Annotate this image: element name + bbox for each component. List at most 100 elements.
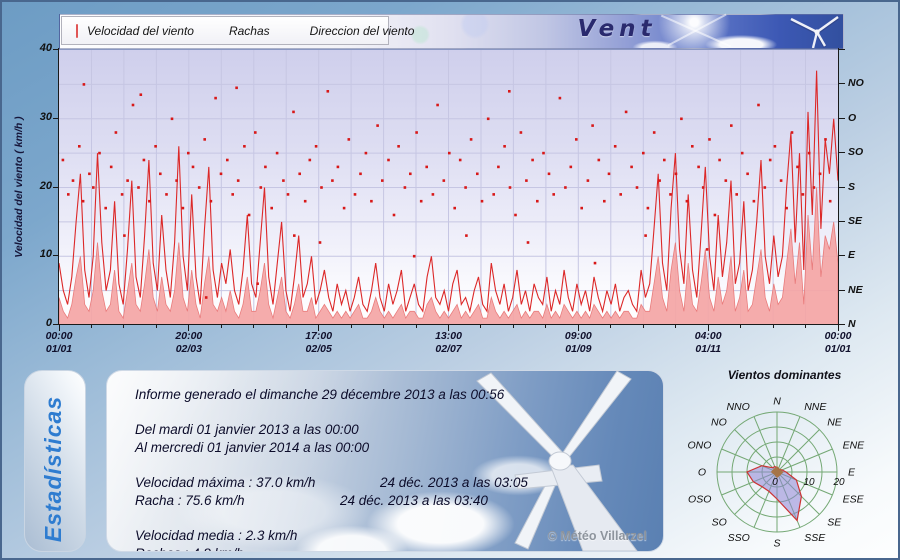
y-axis-tick-label: 40: [24, 42, 52, 54]
right-axis-tick: [839, 290, 845, 291]
x-axis-time: 00:00: [27, 330, 91, 343]
x-axis-minor-tick: [675, 325, 676, 328]
right-axis-tick: [839, 49, 845, 50]
x-axis-label: 04:0001/11: [676, 330, 740, 356]
right-axis-tick: [839, 152, 845, 153]
x-axis-date: 02/07: [417, 343, 481, 356]
rose-direction-label: SSO: [728, 532, 750, 544]
x-axis-label: 17:0002/05: [287, 330, 351, 356]
y-axis-tick-label: 10: [24, 248, 52, 260]
rose-direction-label: ESE: [843, 494, 865, 506]
right-axis-tick: [839, 83, 845, 84]
header-banner: Velocidad del viento Rachas Direccion de…: [59, 14, 844, 49]
stats-tab: Estadísticas: [24, 370, 86, 552]
copyright-watermark: © Météo Villarzel: [548, 529, 647, 543]
x-axis-label: 20:0002/03: [157, 330, 221, 356]
y-axis-tick-label: 20: [24, 180, 52, 192]
period-to-line: Al mercredi 01 janvier 2014 a las 00:00: [135, 440, 663, 458]
direction-axis-label: NE: [848, 284, 863, 296]
max-gust-date: 24 déc. 2013 a las 03:40: [340, 493, 488, 511]
y-axis-tick: [53, 187, 59, 188]
right-axis-tick: [839, 187, 845, 188]
y-axis-tick-label: 0: [24, 317, 52, 329]
x-axis-minor-tick: [610, 325, 611, 328]
period-from-line: Del mardi 01 janvier 2013 a las 00:00: [135, 422, 663, 440]
y-axis-tick-label: 30: [24, 111, 52, 123]
rose-direction-label: S: [773, 538, 780, 550]
x-axis-time: 04:00: [676, 330, 740, 343]
legend-area-swatch-icon: [76, 24, 78, 38]
rose-radial-tick-label: 10: [803, 477, 815, 488]
direction-axis-label: SO: [848, 146, 863, 158]
rose-direction-label: N: [773, 396, 781, 408]
rose-direction-label: O: [698, 467, 706, 479]
x-axis-minor-tick: [91, 325, 92, 328]
right-axis-tick: [839, 324, 845, 325]
wind-report-page: Velocidad del viento Rachas Direccion de…: [0, 0, 900, 560]
x-axis-minor-tick: [740, 325, 741, 328]
rose-radial-tick-label: 20: [832, 477, 845, 488]
wind-rose-chart: NNNENEENEEESESESSESSSOSOOSOOONONONNO0102…: [677, 384, 892, 556]
x-axis-time: 09:00: [546, 330, 610, 343]
x-axis-minor-tick: [383, 325, 384, 328]
stats-panel: Informe generado el dimanche 29 décembre…: [106, 370, 664, 552]
right-axis-tick: [839, 118, 845, 119]
rose-direction-label: NO: [711, 416, 727, 428]
direccion-scatter-series: [706, 248, 709, 251]
max-speed-value: Velocidad máxima : 37.0 km/h: [135, 475, 380, 493]
legend-label-velocidad: Velocidad del viento: [87, 24, 194, 38]
max-speed-date: 24 déc. 2013 a las 03:05: [380, 475, 528, 493]
legend-label-direccion: Direccion del viento: [310, 24, 415, 38]
page-title: Vent: [557, 16, 677, 42]
x-axis-date: 02/03: [157, 343, 221, 356]
x-axis-minor-tick: [351, 325, 352, 328]
x-axis-time: 00:00: [806, 330, 870, 343]
x-axis-label: 00:0001/01: [806, 330, 870, 356]
direction-axis-label: S: [848, 181, 855, 193]
rose-direction-label: OSO: [688, 494, 711, 506]
x-axis-minor-tick: [416, 325, 417, 328]
x-axis-label: 13:0002/07: [417, 330, 481, 356]
wind-rose-panel: Vientos dominantes NNNENEENEEESESESSESSS…: [677, 368, 892, 560]
legend-label-rachas: Rachas: [229, 24, 270, 38]
x-axis-minor-tick: [773, 325, 774, 328]
x-axis-label: 00:0001/01: [27, 330, 91, 356]
x-axis-time: 20:00: [157, 330, 221, 343]
x-axis-date: 01/09: [546, 343, 610, 356]
x-axis-minor-tick: [545, 325, 546, 328]
x-axis-date: 02/05: [287, 343, 351, 356]
rose-radial-tick-label: 0: [772, 477, 778, 488]
x-axis-minor-tick: [805, 325, 806, 328]
report-generated-line: Informe generado el dimanche 29 décembre…: [135, 387, 663, 405]
x-axis-minor-tick: [156, 325, 157, 328]
x-axis-minor-tick: [480, 325, 481, 328]
stats-tab-label: Estadísticas: [40, 379, 70, 559]
x-axis-date: 01/01: [27, 343, 91, 356]
right-axis-tick: [839, 221, 845, 222]
x-axis-minor-tick: [286, 325, 287, 328]
right-axis-tick: [839, 255, 845, 256]
y-axis-tick: [53, 255, 59, 256]
rose-direction-label: NNE: [804, 401, 827, 413]
x-axis-date: 01/11: [676, 343, 740, 356]
rose-direction-label: SE: [827, 517, 842, 529]
x-axis-minor-tick: [123, 325, 124, 328]
mean-gust-value: Rachas : 4.8 km/h: [135, 546, 663, 552]
x-axis-minor-tick: [643, 325, 644, 328]
stats-text-block: Informe generado el dimanche 29 décembre…: [107, 371, 663, 552]
rose-direction-label: SO: [712, 517, 727, 529]
x-axis-time: 13:00: [417, 330, 481, 343]
direction-axis-label: SE: [848, 215, 862, 227]
chart-legend: Velocidad del viento Rachas Direccion de…: [61, 16, 389, 45]
x-axis-time: 17:00: [287, 330, 351, 343]
direction-axis-label: E: [848, 249, 855, 261]
direction-axis-label: NO: [848, 77, 864, 89]
x-axis-minor-tick: [221, 325, 222, 328]
plot-area: [59, 49, 838, 325]
wind-speed-chart: [59, 50, 838, 325]
x-axis-minor-tick: [513, 325, 514, 328]
rose-direction-label: ONO: [687, 439, 711, 451]
y-axis-tick: [53, 49, 59, 50]
rose-direction-label: E: [848, 467, 856, 479]
x-axis-label: 09:0001/09: [546, 330, 610, 356]
